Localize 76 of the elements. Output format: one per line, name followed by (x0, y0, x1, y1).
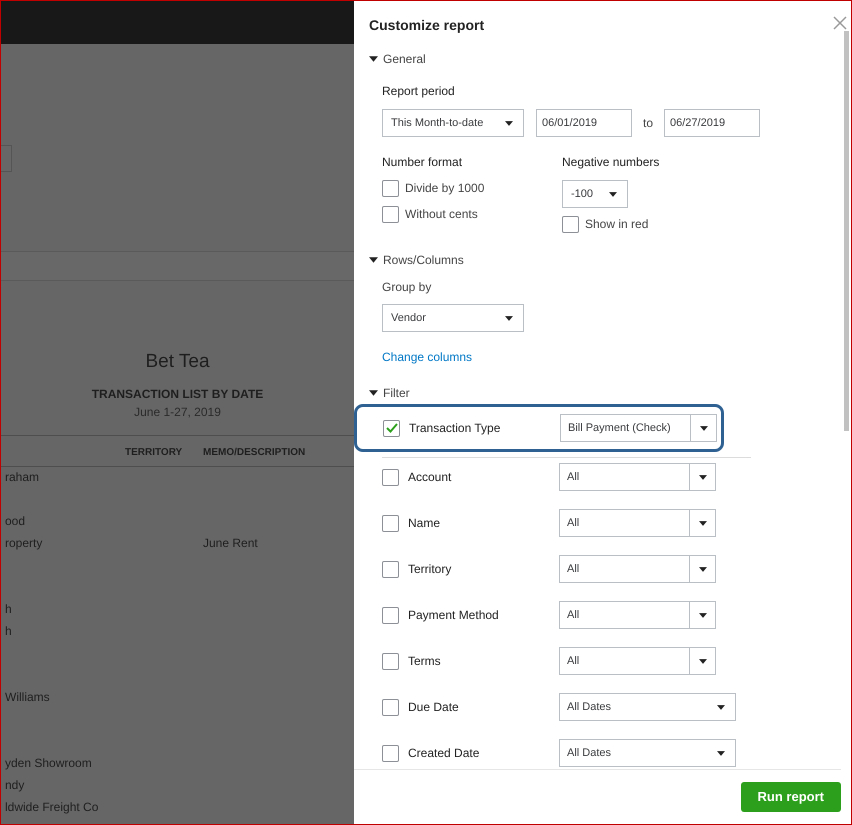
date-range-dropdown[interactable]: All Dates (559, 739, 736, 767)
date-field[interactable]: 06/01/2019 (536, 109, 632, 137)
table-cell: h (5, 622, 12, 638)
caret-icon (698, 658, 706, 664)
negative-format-dropdown[interactable]: -100 (562, 180, 628, 208)
caret-icon (698, 520, 706, 526)
filter-label: Created Date (408, 745, 480, 762)
filter-label: Transaction Type (409, 420, 502, 437)
checkbox-label: Without cents (405, 206, 478, 223)
caret-icon (505, 120, 513, 126)
checkbox[interactable] (382, 180, 399, 196)
field-label: Number format (382, 154, 464, 171)
caret-icon (505, 316, 513, 320)
filter-dropdown[interactable]: All (559, 463, 716, 491)
filter-label: Territory (408, 561, 452, 578)
close-icon (833, 16, 847, 30)
checkbox[interactable] (382, 206, 399, 222)
table-cell: ldwide Freight Co (5, 798, 98, 814)
company-name: Bet Tea (145, 350, 210, 374)
filter-dropdown[interactable]: All (559, 647, 716, 675)
filter-dropdown[interactable]: Bill Payment (Check) (560, 414, 717, 442)
field-label: Negative numbers (562, 154, 660, 171)
field-label: Group by (382, 279, 432, 296)
checkbox[interactable] (382, 606, 399, 624)
filter-dropdown[interactable]: All (559, 555, 716, 583)
date-range-dropdown[interactable]: All Dates (559, 693, 736, 721)
caret-icon (717, 704, 725, 710)
caret-icon (369, 56, 378, 62)
report-title: TRANSACTION LIST BY DATE (92, 386, 264, 402)
section-toggle[interactable]: Rows/Columns (369, 251, 464, 269)
checkbox[interactable] (382, 698, 399, 716)
to-label: to (643, 115, 654, 132)
section-toggle[interactable]: Filter (369, 384, 410, 402)
period-dropdown[interactable]: This Month-to-date (382, 109, 524, 137)
caret-icon (698, 566, 706, 572)
checkbox[interactable] (382, 514, 399, 532)
filter-label: Name (408, 515, 442, 532)
date-field[interactable]: 06/27/2019 (664, 109, 760, 137)
table-cell: June Rent (203, 534, 258, 550)
checkbox[interactable] (382, 652, 399, 670)
checkmark-icon (386, 423, 398, 433)
report-date-range: June 1-27, 2019 (134, 404, 221, 420)
change-columns-link[interactable]: Change columns (382, 348, 472, 366)
filter-label: Account (408, 469, 452, 486)
table-cell: yden Showroom (5, 754, 92, 770)
filter-label: Due Date (408, 699, 460, 716)
table-cell: ndy (5, 776, 24, 792)
table-cell: ood (5, 512, 26, 528)
field-label: Report period (382, 83, 456, 100)
caret-icon (609, 192, 617, 196)
checkbox[interactable] (382, 744, 399, 762)
table-cell: Williams (5, 688, 50, 704)
filter-label: Payment Method (408, 607, 500, 624)
section-toggle[interactable]: General (369, 50, 426, 68)
caret-icon (698, 474, 706, 480)
table-cell: raham (5, 468, 40, 484)
caret-icon (369, 390, 378, 396)
checkbox-label: Divide by 1000 (405, 180, 484, 197)
checkbox[interactable] (562, 216, 579, 232)
filter-label: Terms (408, 653, 442, 670)
filter-dropdown[interactable]: All (559, 601, 716, 629)
checkbox[interactable] (382, 468, 399, 486)
table-cell: roperty (5, 534, 42, 550)
panel-title: Customize report (369, 16, 484, 35)
caret-icon (717, 750, 725, 756)
scrollbar-thumb[interactable] (844, 31, 848, 431)
group-by-dropdown[interactable]: Vendor (382, 304, 524, 332)
checkbox[interactable] (383, 420, 400, 436)
checkbox-label: Show in red (585, 216, 648, 233)
caret-icon (700, 426, 708, 430)
table-cell: h (5, 600, 12, 616)
checkbox[interactable] (382, 560, 399, 578)
filter-dropdown[interactable]: All (559, 509, 716, 537)
caret-icon (698, 612, 706, 618)
caret-icon (369, 257, 378, 263)
close-button[interactable] (833, 16, 847, 30)
